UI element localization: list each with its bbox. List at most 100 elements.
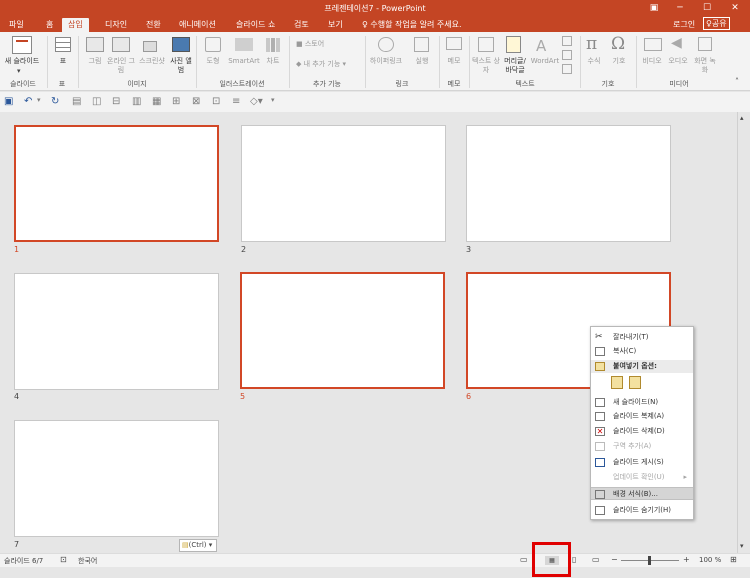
new-slide-button[interactable]: 새 슬라이드 — [0, 57, 44, 66]
my-addins-button[interactable]: ◆ 내 추가 기능 ▾ — [296, 60, 346, 69]
slide-thumbnail[interactable] — [14, 125, 219, 242]
qat-tool-icon[interactable]: ⊠ — [192, 96, 200, 107]
qat-tool-icon[interactable]: ◫ — [92, 96, 101, 107]
screenshot-button[interactable]: 스크린샷 — [136, 57, 168, 66]
menu-item-delete-slide[interactable]: ✕ 슬라이드 삭제(D) — [591, 425, 693, 438]
action-button[interactable]: 실행 — [412, 57, 432, 66]
qat-tool-icon[interactable]: ⊟ — [112, 96, 120, 107]
menu-item-add-section[interactable]: 구역 추가(A) — [591, 440, 693, 453]
qat-tool-icon[interactable]: ▤ — [72, 96, 81, 107]
photo-album-icon — [172, 37, 190, 52]
zoom-in-icon[interactable]: + — [683, 555, 690, 564]
tab-home[interactable]: 홈 — [40, 18, 59, 32]
qat-tool-icon[interactable]: ▦ — [152, 96, 161, 107]
tab-animations[interactable]: 애니메이션 — [173, 18, 222, 32]
slide-number: 1 — [14, 245, 20, 254]
qat-customize-icon[interactable]: ▾ — [271, 96, 275, 104]
slideshow-view-icon[interactable]: ▭ — [592, 555, 600, 564]
online-picture-button[interactable]: 온라인 그림 — [107, 57, 135, 75]
maximize-button[interactable]: ☐ — [693, 0, 721, 16]
audio-button[interactable]: 오디오 — [666, 57, 690, 66]
login-link[interactable]: 로그인 — [673, 19, 695, 30]
menu-item-check-updates[interactable]: 업데이트 확인(U) ▸ — [591, 471, 693, 484]
comment-button[interactable]: 메모 — [444, 57, 464, 66]
save-icon[interactable]: ▣ — [4, 96, 13, 107]
slide-thumbnail[interactable] — [241, 125, 446, 242]
tab-design[interactable]: 디자인 — [99, 18, 133, 32]
qat-tool-icon[interactable]: ≡ — [232, 96, 240, 107]
ribbon-display-button[interactable]: ▣ — [640, 0, 668, 16]
smartart-button[interactable]: SmartArt — [226, 57, 262, 66]
paste-options-tag[interactable]: ▤(Ctrl) ▾ — [179, 539, 217, 552]
wordart-button[interactable]: WordArt — [529, 57, 561, 66]
tab-slideshow[interactable]: 슬라이드 쇼 — [230, 18, 281, 32]
menu-item-publish-slides[interactable]: 슬라이드 게시(S) — [591, 456, 693, 469]
vertical-scrollbar[interactable]: ▴ ▾ — [737, 112, 750, 553]
tab-view[interactable]: 보기 — [322, 18, 349, 32]
tab-insert[interactable]: 삽입 — [62, 18, 89, 32]
group-media: 미디어 — [669, 80, 689, 88]
video-button[interactable]: 비디오 — [640, 57, 664, 66]
wordart-icon: A — [536, 37, 547, 55]
menu-item-label: 업데이트 확인(U) — [613, 473, 665, 481]
table-button[interactable]: 표 — [55, 57, 71, 66]
paste-keep-format-icon[interactable] — [611, 376, 623, 389]
shapes-button[interactable]: 도형 — [203, 57, 223, 66]
tell-me-search[interactable]: ♀ 수행할 작업을 알려 주세요. — [362, 19, 462, 30]
collapse-ribbon-icon[interactable]: ˄ — [735, 77, 739, 86]
store-button[interactable]: ■ 스토어 — [296, 40, 324, 49]
normal-view-icon[interactable]: ▭ — [520, 555, 528, 564]
share-label: 공유 — [711, 19, 727, 28]
slide-thumbnail[interactable] — [240, 272, 445, 389]
zoom-slider-thumb[interactable] — [648, 556, 651, 565]
menu-item-hide-slide[interactable]: 슬라이드 숨기기(H) — [591, 504, 693, 517]
menu-item-duplicate-slide[interactable]: 슬라이드 복제(A) — [591, 410, 693, 423]
fit-to-window-icon[interactable]: ⊞ — [730, 555, 737, 564]
screen-recording-button[interactable]: 화면 녹화 — [694, 57, 716, 75]
slide-thumbnail[interactable] — [14, 273, 219, 390]
paste-icon — [595, 362, 605, 371]
slide-thumbnail[interactable] — [14, 420, 219, 537]
menu-item-copy[interactable]: 복사(C) — [591, 345, 693, 358]
close-button[interactable]: ✕ — [721, 0, 749, 16]
symbol-button[interactable]: 기호 — [609, 57, 629, 66]
equation-button[interactable]: 수식 — [584, 57, 604, 66]
reading-view-icon[interactable]: ▯ — [572, 555, 576, 564]
zoom-out-icon[interactable]: − — [611, 555, 618, 564]
header-footer-button[interactable]: 머리글/ 바닥글 — [501, 57, 529, 75]
tab-transitions[interactable]: 전환 — [140, 18, 167, 32]
group-addins: 추가 기능 — [313, 80, 341, 88]
textbox-button[interactable]: 텍스트 상자 — [472, 57, 500, 75]
highlight-annotation — [532, 542, 571, 577]
chevron-down-icon[interactable]: ▾ — [17, 67, 21, 76]
minimize-button[interactable]: ─ — [666, 0, 694, 16]
menu-item-label: 배경 서식(B)... — [613, 490, 658, 498]
slide-number: 4 — [14, 392, 20, 401]
tab-review[interactable]: 검토 — [288, 18, 315, 32]
scroll-down-icon[interactable]: ▾ — [740, 542, 744, 550]
share-button[interactable]: ♀공유 — [703, 17, 730, 30]
menu-item-cut[interactable]: ✂ 잘라내기(T) — [591, 331, 693, 344]
status-bar: 슬라이드 6/7 ⊡ 한국어 ▭ ▦ ▯ ▭ − + 100 % ⊞ — [0, 553, 750, 567]
scroll-up-icon[interactable]: ▴ — [740, 114, 744, 122]
hyperlink-button[interactable]: 하이퍼링크 — [368, 57, 404, 66]
menu-item-format-background[interactable]: 배경 서식(B)... — [591, 487, 693, 500]
language-indicator[interactable]: 한국어 — [78, 556, 97, 566]
photo-album-button[interactable]: 사진 앨범 — [170, 57, 192, 75]
picture-button[interactable]: 그림 — [86, 57, 104, 66]
undo-dropdown-icon[interactable]: ▾ — [37, 96, 41, 104]
separator — [365, 36, 366, 88]
chart-button[interactable]: 차트 — [264, 57, 282, 66]
qat-shape-icon[interactable]: ◇▾ — [250, 96, 263, 107]
tab-file[interactable]: 파일 — [3, 18, 30, 32]
spellcheck-icon[interactable]: ⊡ — [60, 555, 67, 564]
qat-tool-icon[interactable]: ⊡ — [212, 96, 220, 107]
menu-item-new-slide[interactable]: 새 슬라이드(N) — [591, 396, 693, 409]
qat-tool-icon[interactable]: ▥ — [132, 96, 141, 107]
zoom-level[interactable]: 100 % — [699, 556, 721, 564]
slide-thumbnail[interactable] — [466, 125, 671, 242]
redo-icon[interactable]: ↻ — [51, 96, 59, 107]
paste-picture-icon[interactable] — [629, 376, 641, 389]
undo-icon[interactable]: ↶ — [24, 96, 32, 107]
qat-tool-icon[interactable]: ⊞ — [172, 96, 180, 107]
